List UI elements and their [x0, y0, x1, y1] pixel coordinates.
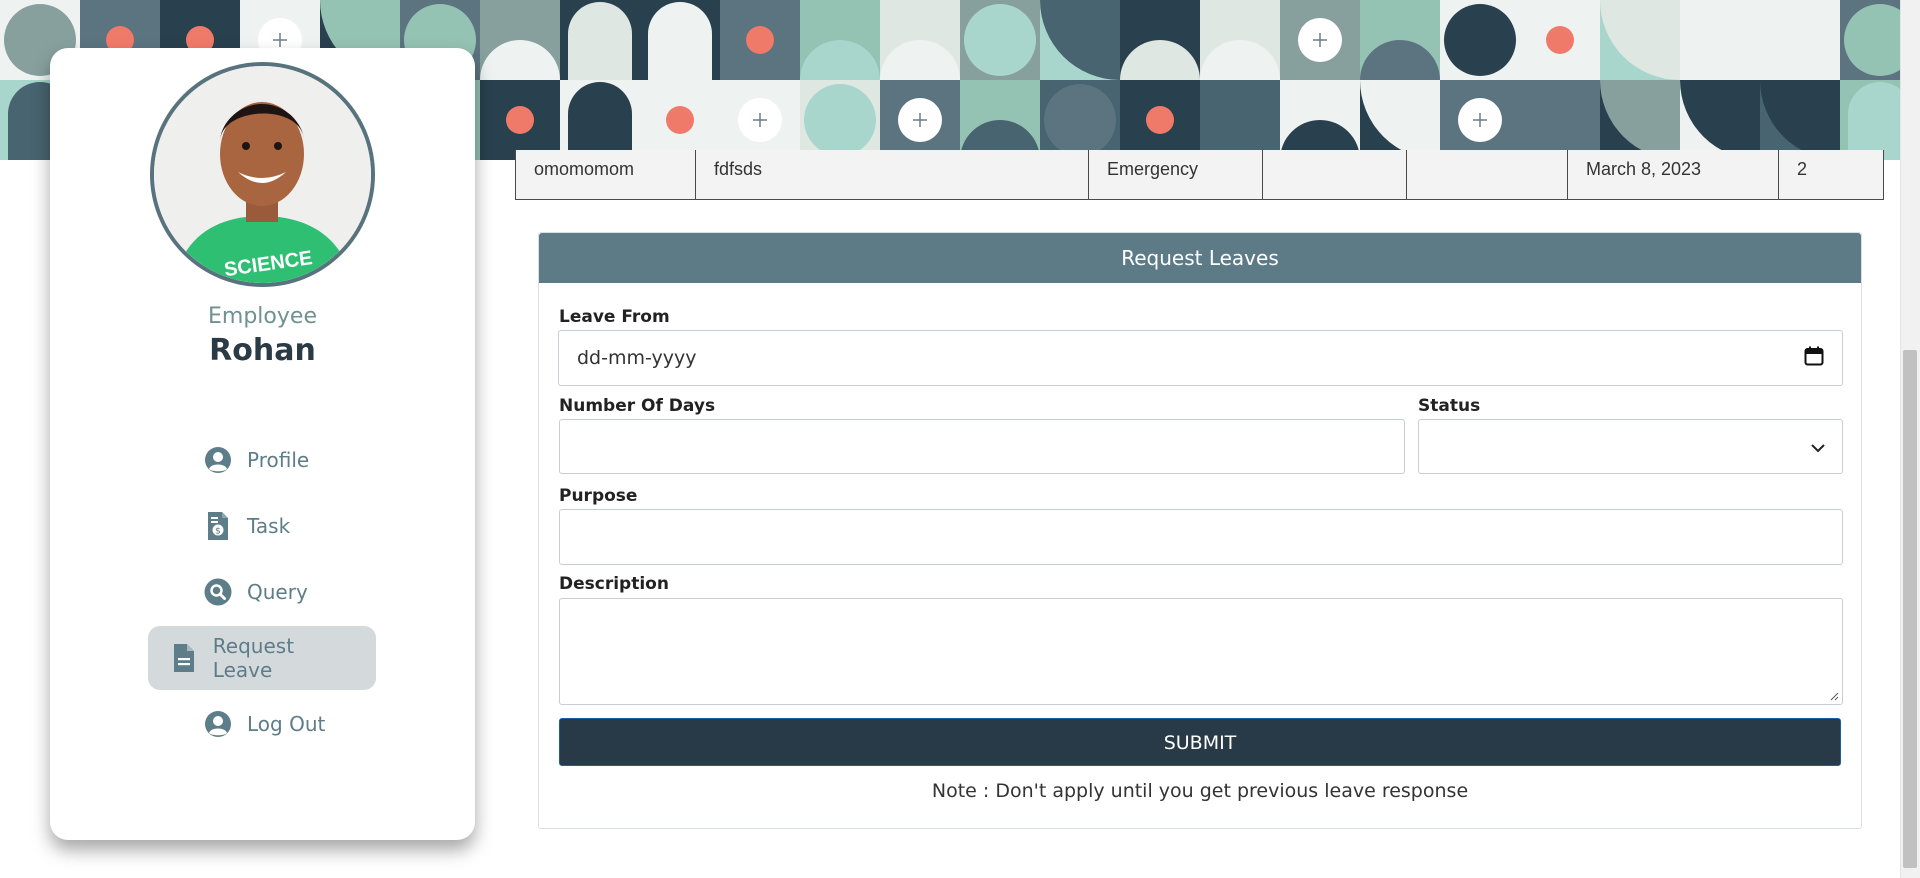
svg-text:$: $: [215, 527, 221, 537]
leave-from-label: Leave From: [559, 307, 670, 327]
request-leave-card: Request Leaves Leave From dd-mm-yyyy Num…: [538, 232, 1862, 829]
invoice-icon: $: [203, 511, 233, 541]
sidebar-item-label: Profile: [247, 448, 310, 472]
file-icon: [170, 643, 199, 673]
number-of-days-label: Number Of Days: [559, 396, 716, 416]
sidebar-item-label: Log Out: [247, 712, 326, 736]
sidebar: SCIENCE Employee Rohan Profile $ Task Qu…: [50, 48, 475, 840]
table-cell: [1263, 150, 1407, 199]
date-placeholder: dd-mm-yyyy: [577, 347, 697, 369]
leave-from-date-input[interactable]: dd-mm-yyyy: [558, 330, 1843, 386]
sidebar-item-task[interactable]: $ Task: [181, 494, 312, 558]
avatar: SCIENCE: [150, 62, 375, 287]
submit-button[interactable]: SUBMIT: [559, 718, 1841, 766]
table-cell: omomomom: [516, 150, 696, 199]
sidebar-item-profile[interactable]: Profile: [181, 428, 331, 492]
table-row: omomomom fdfsds Emergency March 8, 2023 …: [515, 150, 1884, 200]
description-label: Description: [559, 574, 669, 594]
scrollbar-thumb[interactable]: [1903, 350, 1917, 868]
user-circle-icon: [203, 709, 233, 739]
description-textarea[interactable]: [559, 598, 1843, 705]
sidebar-item-label: Request Leave: [212, 634, 295, 682]
status-label: Status: [1418, 396, 1481, 416]
sidebar-item-query[interactable]: Query: [181, 560, 330, 624]
sidebar-item-label: Query: [247, 580, 308, 604]
status-select[interactable]: [1418, 419, 1843, 474]
sidebar-item-log-out[interactable]: Log Out: [181, 692, 347, 756]
sidebar-item-request-leave[interactable]: Request Leave: [148, 626, 376, 690]
purpose-label: Purpose: [559, 486, 638, 506]
user-circle-icon: [203, 445, 233, 475]
user-name: Rohan: [209, 333, 316, 368]
calendar-icon[interactable]: [1804, 346, 1824, 371]
table-cell: 2: [1797, 159, 1808, 179]
scrollbar[interactable]: [1900, 0, 1920, 878]
leave-note: Note : Don't apply until you get previou…: [931, 780, 1469, 802]
number-of-days-input[interactable]: [559, 419, 1405, 474]
table-cell: fdfsds: [696, 150, 1089, 199]
table-cell: March 8, 2023: [1568, 150, 1779, 199]
resize-grip-icon[interactable]: [1829, 691, 1839, 701]
sidebar-item-label: Task: [247, 514, 291, 538]
card-title: Request Leaves: [539, 233, 1861, 283]
table-cell: [1407, 150, 1568, 199]
search-icon: [203, 577, 233, 607]
chevron-down-icon: [1810, 436, 1826, 458]
avatar-photo: SCIENCE: [154, 66, 371, 283]
user-role: Employee: [208, 304, 317, 329]
purpose-input[interactable]: [559, 509, 1843, 565]
table-cell: Emergency: [1089, 150, 1263, 199]
